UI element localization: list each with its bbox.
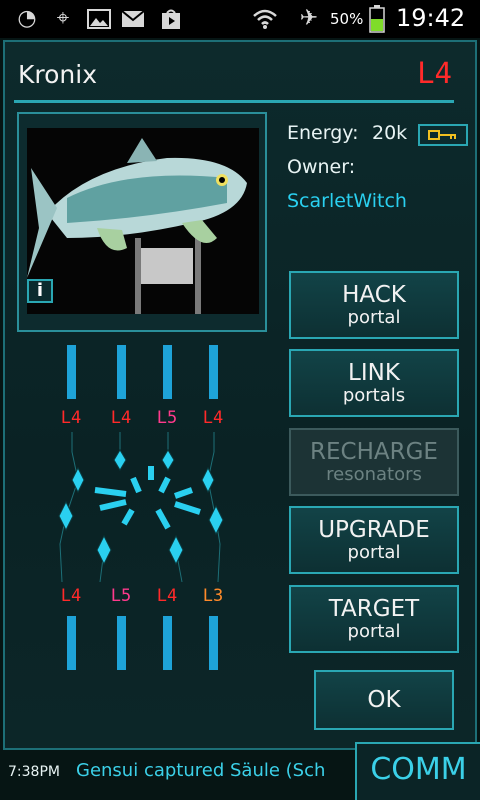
button-title: LINK (348, 360, 400, 386)
energy-value: 20k (372, 122, 408, 144)
ok-button[interactable]: OK (314, 670, 454, 730)
resonator-level: L4 (156, 586, 178, 606)
clock-icon: ◔ (17, 6, 37, 31)
resonator-level: L4 (60, 586, 82, 606)
comm-message[interactable]: Gensui captured Säule (Sch (76, 760, 366, 781)
button-title: RECHARGE (310, 439, 438, 465)
link-portals-button[interactable]: LINK portals (289, 349, 459, 417)
mail-icon (120, 6, 146, 32)
portal-name: Kronix (18, 60, 98, 89)
airplane-mode-icon: ✈ (299, 6, 319, 31)
portal-photo-frame[interactable] (17, 112, 267, 332)
owner-label: Owner: (287, 156, 356, 178)
resonator-energy-bar (163, 345, 172, 399)
recharge-resonators-button[interactable]: RECHARGE resonators (289, 428, 459, 496)
resonator-energy-bar (209, 616, 218, 670)
target-portal-button[interactable]: TARGET portal (289, 585, 459, 653)
clock-time: 19:42 (396, 4, 466, 32)
hack-portal-button[interactable]: HACK portal (289, 271, 459, 339)
resonator-level: L5 (156, 408, 178, 428)
portal-photo[interactable] (27, 128, 259, 314)
gallery-icon (86, 6, 112, 32)
resonator-level: L5 (110, 586, 132, 606)
status-bar: ◔ ⌖ ✈ 50% 19:42 (0, 0, 480, 38)
resonator-level: L4 (110, 408, 132, 428)
upgrade-portal-button[interactable]: UPGRADE portal (289, 506, 459, 574)
button-subtitle: portals (342, 385, 406, 406)
resonator-layout-icon (58, 432, 224, 582)
energy-label: Energy: (287, 122, 359, 144)
key-icon (428, 126, 458, 145)
portal-key-button[interactable] (418, 124, 468, 146)
button-title: UPGRADE (318, 517, 430, 543)
button-subtitle: portal (347, 621, 401, 642)
wifi-icon (252, 6, 278, 32)
comm-timestamp: 7:38PM (8, 764, 60, 780)
divider (14, 100, 454, 103)
resonator-level: L4 (60, 408, 82, 428)
resonator-energy-bar (209, 345, 218, 399)
resonator-energy-bar (117, 616, 126, 670)
button-title: HACK (342, 282, 406, 308)
portal-level: L4 (417, 56, 452, 90)
play-store-icon (158, 6, 184, 32)
button-title: TARGET (328, 596, 420, 622)
resonator-energy-bar (67, 345, 76, 399)
button-subtitle: portal (347, 542, 401, 563)
battery-percent: 50% (330, 10, 364, 28)
resonator-energy-bar (67, 616, 76, 670)
resonator-level: L4 (202, 408, 224, 428)
battery-icon (364, 5, 390, 33)
button-subtitle: resonators (326, 464, 422, 485)
owner-name[interactable]: ScarletWitch (287, 190, 407, 212)
info-button[interactable]: i (27, 279, 53, 303)
resonator-level: L3 (202, 586, 224, 606)
gps-icon: ⌖ (56, 6, 70, 31)
comm-button[interactable]: COMM (355, 742, 480, 800)
button-subtitle: portal (347, 307, 401, 328)
resonator-energy-bar (117, 345, 126, 399)
resonator-energy-bar (163, 616, 172, 670)
